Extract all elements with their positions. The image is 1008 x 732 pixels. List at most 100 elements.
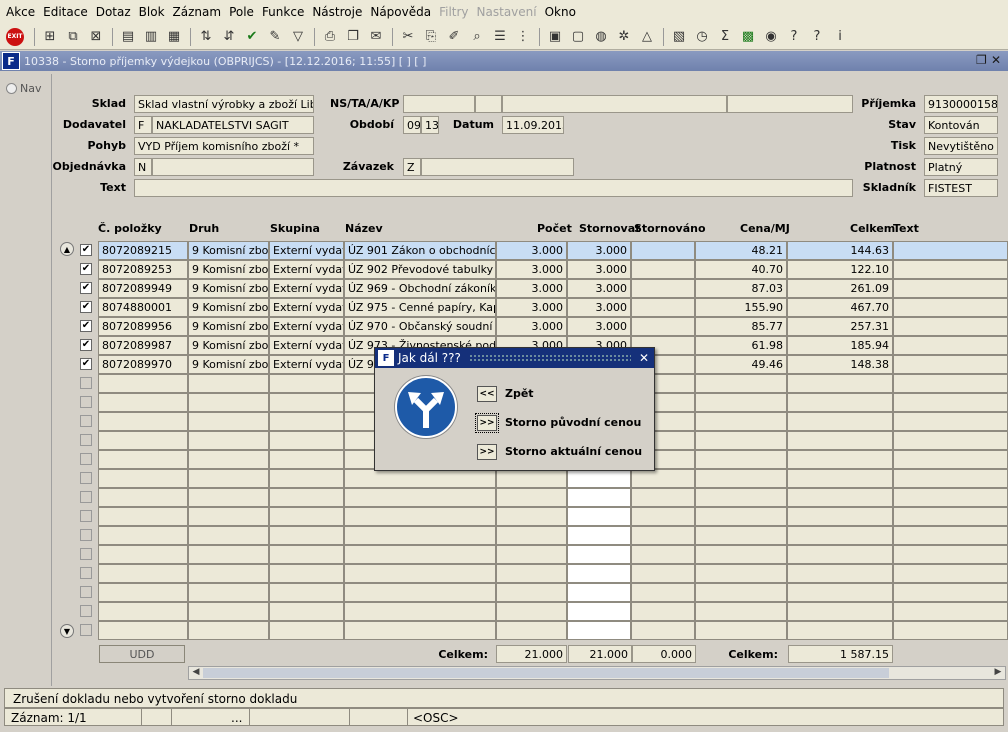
table-row[interactable] (98, 564, 1008, 583)
cell-cena[interactable] (695, 564, 787, 583)
cell-text[interactable] (893, 507, 1008, 526)
cell-polozka[interactable] (98, 374, 188, 393)
cell-text[interactable] (893, 469, 1008, 488)
row-checkbox[interactable] (80, 472, 92, 484)
cell-stornovat[interactable] (567, 602, 631, 621)
cell-text[interactable] (893, 260, 1008, 279)
cell-pocet[interactable] (496, 507, 567, 526)
cell-polozka[interactable] (98, 507, 188, 526)
cell-celkem[interactable] (787, 564, 893, 583)
cell-text[interactable] (893, 374, 1008, 393)
menu-item[interactable]: Nápověda (366, 5, 435, 19)
row-checkbox[interactable]: ✔ (80, 320, 92, 332)
cell-stornovano[interactable] (631, 469, 695, 488)
platnost-field[interactable]: Platný (924, 158, 998, 176)
cell-celkem[interactable] (787, 431, 893, 450)
cell-stornovano[interactable] (631, 241, 695, 260)
cell-pocet[interactable] (496, 621, 567, 640)
tree-icon[interactable]: ⋮ (512, 26, 534, 48)
cell-stornovat[interactable] (567, 507, 631, 526)
cell-cena[interactable] (695, 450, 787, 469)
cell-pocet[interactable]: 3.000 (496, 260, 567, 279)
scroll-up-icon[interactable]: ▲ (60, 242, 74, 256)
menu-item[interactable]: Akce (2, 5, 39, 19)
datum-field[interactable]: 11.09.2013 (502, 116, 564, 134)
table-row[interactable] (98, 488, 1008, 507)
menu-item[interactable]: Pole (225, 5, 258, 19)
cell-druh[interactable] (188, 545, 269, 564)
row-checkbox[interactable] (80, 529, 92, 541)
cell-stornovano[interactable] (631, 298, 695, 317)
cell-druh[interactable]: 9 Komisní zboží (188, 355, 269, 374)
cell-druh[interactable] (188, 583, 269, 602)
cell-celkem[interactable] (787, 412, 893, 431)
nav-button[interactable]: Nav (6, 82, 51, 95)
cell-stornovano[interactable] (631, 602, 695, 621)
cell-celkem[interactable] (787, 393, 893, 412)
cell-pocet[interactable] (496, 564, 567, 583)
cell-cena[interactable] (695, 393, 787, 412)
cell-skupina[interactable] (269, 564, 344, 583)
cell-text[interactable] (893, 488, 1008, 507)
cell-celkem[interactable] (787, 374, 893, 393)
cell-cena[interactable] (695, 507, 787, 526)
row-checkbox[interactable]: ✔ (80, 263, 92, 275)
dialog-option-label[interactable]: Zpět (505, 387, 534, 400)
cell-polozka[interactable]: 8072089956 (98, 317, 188, 336)
row-checkbox[interactable]: ✔ (80, 244, 92, 256)
cell-text[interactable] (893, 450, 1008, 469)
table-row[interactable]: 80748800019 Komisní zbožíExterní vydavat… (98, 298, 1008, 317)
cell-stornovat[interactable] (567, 564, 631, 583)
tisk-field[interactable]: Nevytištěno (924, 137, 998, 155)
cell-celkem[interactable] (787, 545, 893, 564)
dialog-button-3[interactable]: >> (477, 444, 497, 460)
cell-stornovano[interactable] (631, 621, 695, 640)
cell-polozka[interactable]: 8072089253 (98, 260, 188, 279)
cell-druh[interactable]: 9 Komisní zboží (188, 260, 269, 279)
menu-item[interactable]: Dotaz (92, 5, 135, 19)
table-row[interactable]: 80720899499 Komisní zbožíExterní vydavat… (98, 279, 1008, 298)
cell-nazev[interactable] (344, 564, 496, 583)
table-row[interactable]: 80720892539 Komisní zbožíExterní vydavat… (98, 260, 1008, 279)
skladnik-field[interactable]: FISTEST (924, 179, 998, 197)
cell-druh[interactable] (188, 488, 269, 507)
cell-skupina[interactable] (269, 526, 344, 545)
cell-druh[interactable]: 9 Komisní zboží (188, 298, 269, 317)
execute-query-icon[interactable]: ▥ (140, 26, 162, 48)
cell-polozka[interactable] (98, 393, 188, 412)
cell-cena[interactable] (695, 526, 787, 545)
cell-nazev[interactable] (344, 545, 496, 564)
udd-button[interactable]: UDD (99, 645, 185, 663)
globe-icon[interactable]: ◍ (590, 26, 612, 48)
cell-pocet[interactable]: 3.000 (496, 317, 567, 336)
row-checkbox[interactable] (80, 586, 92, 598)
cell-polozka[interactable]: 8072089215 (98, 241, 188, 260)
cell-cena[interactable]: 87.03 (695, 279, 787, 298)
row-checkbox[interactable] (80, 434, 92, 446)
cell-nazev[interactable]: ÚZ 975 - Cenné papíry, Kapitálový trh (344, 298, 496, 317)
save-icon[interactable]: ▢ (567, 26, 589, 48)
prijemka-field[interactable]: 9130000158 (924, 95, 998, 113)
list-icon[interactable]: ☰ (489, 26, 511, 48)
cell-pocet[interactable] (496, 526, 567, 545)
row-checkbox[interactable] (80, 567, 92, 579)
row-checkbox[interactable] (80, 396, 92, 408)
row-checkbox[interactable] (80, 624, 92, 636)
cell-stornovano[interactable] (631, 545, 695, 564)
cell-pocet[interactable] (496, 488, 567, 507)
table-row[interactable] (98, 507, 1008, 526)
settings-icon[interactable]: ✲ (613, 26, 635, 48)
cell-text[interactable] (893, 545, 1008, 564)
cell-nazev[interactable]: ÚZ 969 - Obchodní zákoník a související (344, 279, 496, 298)
cell-polozka[interactable] (98, 545, 188, 564)
cell-stornovano[interactable] (631, 583, 695, 602)
info-icon[interactable]: i (829, 26, 851, 48)
cell-polozka[interactable] (98, 602, 188, 621)
zavazek-code-field[interactable]: Z (403, 158, 421, 176)
cell-text[interactable] (893, 602, 1008, 621)
sum-icon[interactable]: Σ (714, 26, 736, 48)
cell-stornovat[interactable]: 3.000 (567, 241, 631, 260)
objednavka-field[interactable] (152, 158, 314, 176)
cell-nazev[interactable] (344, 526, 496, 545)
objednavka-code-field[interactable]: N (134, 158, 152, 176)
